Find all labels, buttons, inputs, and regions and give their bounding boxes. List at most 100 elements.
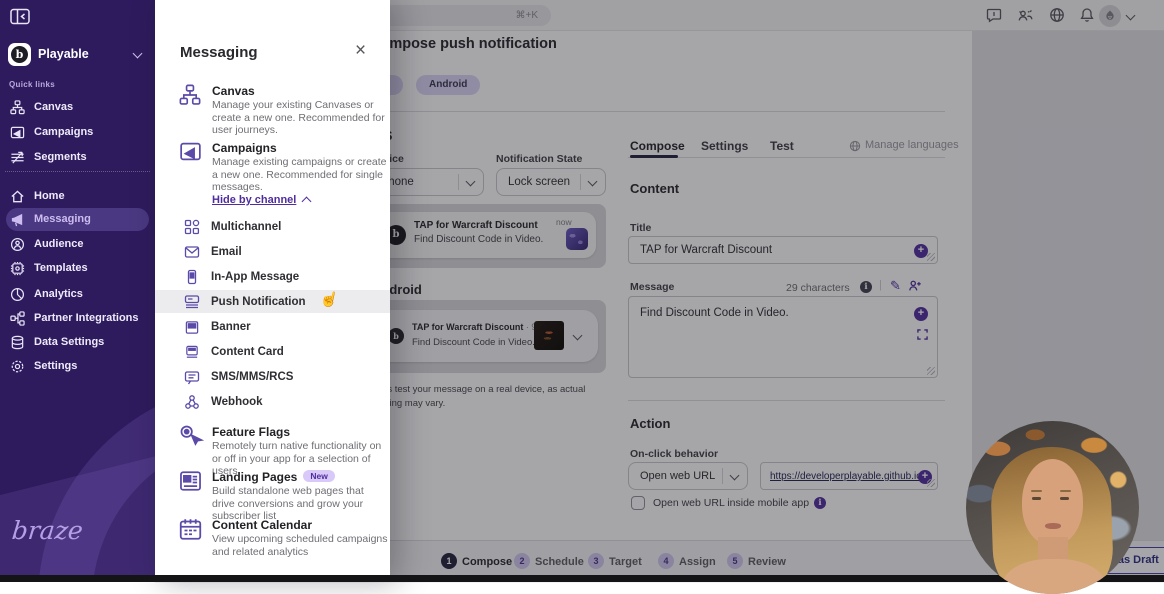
user-avatar[interactable] (1099, 5, 1121, 27)
step-1-label[interactable]: Compose (462, 556, 512, 568)
message-textarea[interactable]: Find Discount Code in Video. + (628, 296, 938, 378)
feature-flags-icon (178, 424, 204, 448)
tab-test[interactable]: Test (770, 139, 794, 153)
sidebar-item-templates[interactable]: Templates (10, 257, 150, 279)
sidebar-item-messaging[interactable]: Messaging (10, 208, 150, 230)
flyout-item-campaigns-desc: Manage existing campaigns or create a ne… (212, 156, 387, 193)
expand-icon[interactable] (917, 329, 928, 340)
braze-logo: braze (10, 516, 85, 545)
hide-by-channel-link[interactable]: Hide by channel (212, 194, 296, 206)
step-3-label[interactable]: Target (609, 556, 642, 568)
bell-icon[interactable] (1079, 7, 1095, 23)
sidebar-item-canvas[interactable]: Canvas (10, 96, 150, 118)
people-icon[interactable] (1017, 7, 1034, 23)
title-label: Title (630, 222, 652, 234)
sms-icon (184, 370, 201, 385)
flyout-item-feature-flags[interactable]: Feature Flags (212, 425, 290, 439)
sidebar-item-data-settings[interactable]: Data Settings (10, 331, 150, 353)
workspace-name[interactable]: Playable (38, 47, 89, 61)
chevron-down-icon (729, 470, 740, 480)
person-add-icon[interactable] (908, 279, 922, 293)
audience-icon (10, 237, 25, 251)
expand-chevron-icon[interactable] (572, 330, 583, 341)
onclick-behavior-select[interactable]: Open web URL (628, 462, 748, 490)
data-settings-icon (11, 335, 24, 349)
preview-note: Always test your message on a real devic… (362, 384, 586, 409)
notification-state-select[interactable]: Lock screen (496, 168, 606, 196)
content-card-icon (184, 345, 201, 360)
campaigns-icon (179, 140, 202, 163)
step-1-circle[interactable]: 1 (441, 553, 457, 569)
select-divider (458, 174, 459, 190)
section-divider (628, 400, 945, 401)
sidebar-item-audience[interactable]: Audience (10, 233, 150, 255)
channel-item-email[interactable]: Email (155, 240, 390, 264)
close-icon[interactable]: × (355, 40, 366, 62)
channel-item-push-notification[interactable]: Push Notification (155, 290, 390, 313)
banner-icon (184, 320, 201, 335)
personalization-add-icon[interactable]: + (914, 244, 928, 258)
char-count: 29 characters (786, 282, 850, 294)
sidebar-item-partner-integrations[interactable]: Partner Integrations (10, 307, 150, 329)
resize-handle[interactable] (927, 253, 935, 261)
step-4-label[interactable]: Assign (679, 556, 716, 568)
step-4-circle[interactable]: 4 (658, 553, 674, 569)
personalization-add-icon[interactable]: + (914, 307, 928, 321)
chat-icon[interactable] (986, 7, 1002, 23)
web-url-input[interactable]: https://developerplayable.github.io + (760, 462, 938, 490)
sidebar-item-analytics[interactable]: Analytics (10, 283, 150, 305)
messaging-flyout-panel: Messaging × Canvas Manage your existing … (155, 0, 390, 582)
resize-handle[interactable] (927, 479, 935, 487)
workspace-chevron-icon[interactable] (132, 48, 143, 59)
flyout-item-landing-pages[interactable]: Landing Pages New (212, 470, 335, 484)
canvas-icon (10, 99, 25, 114)
segments-icon (11, 151, 24, 164)
notification-title: TAP for Warcraft Discount (414, 220, 538, 231)
step-5-label[interactable]: Review (748, 556, 786, 568)
step-2-label[interactable]: Schedule (535, 556, 584, 568)
info-icon[interactable]: i (814, 497, 826, 509)
in-app-message-icon (184, 269, 201, 285)
sidebar-item-home[interactable]: Home (10, 185, 150, 207)
tab-settings[interactable]: Settings (701, 139, 748, 153)
collapse-sidebar-icon[interactable] (10, 8, 30, 25)
sidebar-item-settings[interactable]: Settings (10, 355, 150, 377)
bottom-dark-strip (0, 575, 1164, 582)
onclick-behavior-label: On-click behavior (630, 448, 719, 460)
flyout-title: Messaging (180, 44, 258, 61)
presenter-brow (1060, 490, 1071, 492)
info-icon[interactable]: i (860, 281, 872, 293)
manage-languages-button[interactable]: Manage languages (865, 139, 959, 151)
flyout-item-campaigns[interactable]: Campaigns (212, 141, 277, 155)
title-input[interactable]: TAP for Warcraft Discount + (628, 236, 938, 264)
edit-pencil-icon[interactable]: ✎ (890, 278, 901, 294)
notification-title-row: TAP for Warcraft Discount · 9m (412, 322, 544, 332)
channel-item-content-card[interactable]: Content Card (155, 340, 390, 364)
step-2-circle[interactable]: 2 (514, 553, 530, 569)
step-5-circle[interactable]: 5 (727, 553, 743, 569)
active-tab-underline (630, 155, 678, 158)
channel-item-banner[interactable]: Banner (155, 315, 390, 339)
sidebar-item-campaigns[interactable]: Campaigns (10, 121, 150, 143)
presenter-face (1022, 459, 1083, 545)
tab-compose[interactable]: Compose (630, 139, 685, 153)
flyout-item-canvas[interactable]: Canvas (212, 84, 255, 98)
home-icon (11, 189, 24, 202)
android-notification-preview: b TAP for Warcraft Discount · 9m Find Di… (376, 310, 598, 362)
webhook-icon (184, 394, 201, 410)
flyout-item-content-calendar[interactable]: Content Calendar (212, 518, 312, 532)
channel-item-sms[interactable]: SMS/MMS/RCS (155, 365, 390, 389)
title-value: TAP for Warcraft Discount (640, 244, 773, 256)
settings-icon (11, 360, 24, 372)
channel-item-in-app-message[interactable]: In-App Message (155, 265, 390, 289)
notification-state-label: Notification State (496, 153, 583, 165)
open-inside-checkbox[interactable] (631, 496, 645, 510)
channel-item-multichannel[interactable]: Multichannel (155, 215, 390, 239)
step-3-circle[interactable]: 3 (588, 553, 604, 569)
globe-icon[interactable] (1049, 7, 1065, 23)
canvas-icon (178, 84, 202, 106)
flyout-item-landing-pages-desc: Build standalone web pages that drive co… (212, 485, 364, 522)
resize-handle[interactable] (927, 367, 935, 375)
channel-item-webhook[interactable]: Webhook (155, 390, 390, 414)
sidebar-item-segments[interactable]: Segments (10, 146, 150, 168)
